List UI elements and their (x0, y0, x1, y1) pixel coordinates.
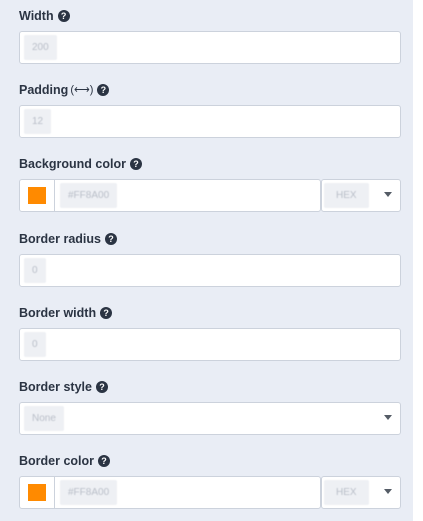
border-color-label-row: Border color ? (19, 452, 401, 470)
help-icon[interactable]: ? (95, 381, 108, 393)
border-color-format-select[interactable]: HEX (321, 476, 401, 509)
horizontal-arrows-icon: (⟷) (70, 84, 94, 96)
background-color-row: #FF8A00 HEX (19, 179, 401, 212)
border-color-label: Border color (19, 454, 95, 468)
background-color-label: Background color (19, 157, 126, 171)
divider (54, 180, 55, 211)
border-style-label: Border style (19, 380, 92, 394)
width-label: Width (19, 9, 54, 23)
background-color-input[interactable]: #FF8A00 (19, 179, 321, 212)
border-radius-field: Border radius ? 0 (19, 230, 401, 287)
border-width-label-row: Border width ? (19, 304, 401, 322)
border-color-row: #FF8A00 HEX (19, 476, 401, 509)
border-radius-input[interactable]: 0 (19, 254, 401, 287)
width-value: 200 (24, 35, 57, 60)
border-radius-value: 0 (24, 258, 46, 283)
border-width-label: Border width (19, 306, 97, 320)
background-color-value: #FF8A00 (60, 183, 118, 208)
divider (54, 477, 55, 508)
border-radius-label: Border radius (19, 232, 101, 246)
chevron-down-icon (384, 192, 392, 197)
border-style-label-row: Border style ? (19, 378, 401, 396)
border-width-field: Border width ? 0 (19, 304, 401, 361)
width-label-row: Width ? (19, 7, 401, 25)
border-color-value: #FF8A00 (60, 480, 118, 505)
help-icon[interactable]: ? (97, 84, 110, 96)
background-color-format-value: HEX (324, 183, 369, 208)
help-icon[interactable]: ? (129, 158, 142, 170)
settings-panel: Width ? 200 Padding (⟷) ? 12 Background … (0, 0, 413, 521)
help-icon[interactable]: ? (98, 455, 111, 467)
chevron-down-icon (384, 415, 392, 420)
chevron-down-icon (384, 489, 392, 494)
border-style-value: None (24, 406, 64, 431)
padding-field: Padding (⟷) ? 12 (19, 81, 401, 138)
border-color-swatch[interactable] (28, 484, 46, 501)
background-color-field: Background color ? #FF8A00 HEX (19, 155, 401, 212)
background-color-label-row: Background color ? (19, 155, 401, 173)
border-style-select[interactable]: None (19, 402, 401, 435)
help-icon[interactable]: ? (57, 10, 70, 22)
help-icon[interactable]: ? (100, 307, 113, 319)
border-radius-label-row: Border radius ? (19, 230, 401, 248)
border-color-format-value: HEX (324, 480, 369, 505)
padding-value: 12 (24, 109, 52, 134)
background-color-swatch[interactable] (28, 187, 46, 204)
border-color-field: Border color ? #FF8A00 HEX (19, 452, 401, 509)
width-input[interactable]: 200 (19, 31, 401, 64)
border-width-value: 0 (24, 332, 46, 357)
width-field: Width ? 200 (19, 7, 401, 64)
padding-label-row: Padding (⟷) ? (19, 81, 401, 99)
padding-input[interactable]: 12 (19, 105, 401, 138)
border-color-input[interactable]: #FF8A00 (19, 476, 321, 509)
border-style-field: Border style ? None (19, 378, 401, 435)
padding-label: Padding (19, 83, 69, 97)
border-width-input[interactable]: 0 (19, 328, 401, 361)
help-icon[interactable]: ? (104, 233, 117, 245)
background-color-format-select[interactable]: HEX (321, 179, 401, 212)
